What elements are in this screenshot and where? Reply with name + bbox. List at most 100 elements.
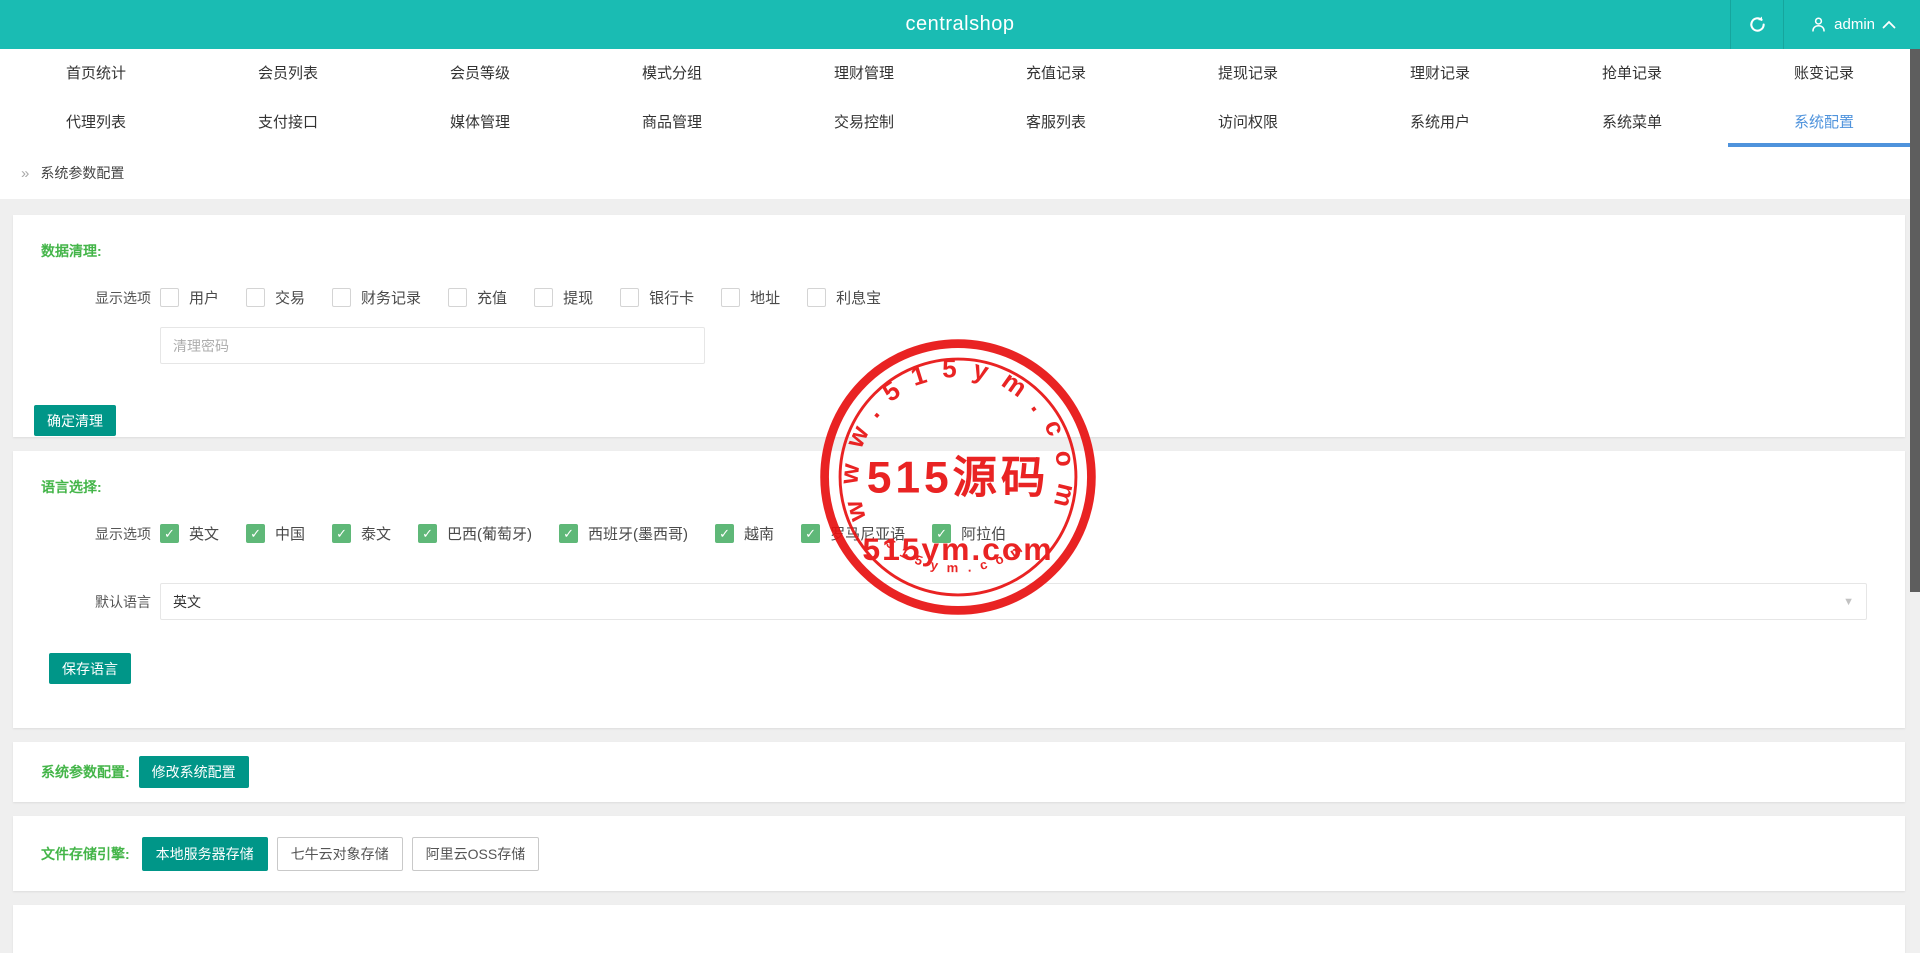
checkbox[interactable]: ✓ (620, 288, 639, 307)
check-icon: ✓ (936, 527, 947, 540)
check-icon: ✓ (422, 527, 433, 540)
language-checkbox[interactable]: ✓ 西班牙(墨西哥) (559, 523, 688, 544)
checkbox-label: 财务记录 (361, 287, 421, 308)
app-title: centralshop (0, 0, 1920, 49)
checkbox[interactable]: ✓ (807, 288, 826, 307)
nav-tab[interactable]: 会员列表 (192, 49, 384, 96)
data-clean-checkbox[interactable]: ✓ 银行卡 (620, 287, 694, 308)
language-checkbox[interactable]: ✓ 中国 (246, 523, 305, 544)
check-icon: ✓ (719, 527, 730, 540)
check-icon: ✓ (563, 527, 574, 540)
language-title: 语言选择: (41, 477, 1885, 497)
checkbox-label: 英文 (189, 523, 219, 544)
checkbox-label: 提现 (563, 287, 593, 308)
user-menu[interactable]: admin (1784, 0, 1902, 49)
options-label: 显示选项 (95, 524, 152, 544)
options-label: 显示选项 (95, 288, 152, 308)
scrollbar-track[interactable] (1910, 49, 1920, 953)
clean-password-input[interactable] (160, 327, 705, 364)
nav-tab[interactable]: 理财记录 (1344, 49, 1536, 96)
checkbox[interactable]: ✓ (160, 288, 179, 307)
language-checkbox[interactable]: ✓ 巴西(葡萄牙) (418, 523, 532, 544)
nav-tab[interactable]: 模式分组 (576, 49, 768, 96)
checkbox[interactable]: ✓ (448, 288, 467, 307)
data-clean-section: 数据清理: 显示选项 ✓ 用户 ✓ 交易 ✓ 财务记录 (13, 215, 1905, 437)
save-language-button[interactable]: 保存语言 (49, 653, 131, 684)
nav-tab[interactable]: 交易控制 (768, 96, 960, 147)
language-checkbox[interactable]: ✓ 英文 (160, 523, 219, 544)
checkbox[interactable]: ✓ (246, 288, 265, 307)
checkbox-checked[interactable]: ✓ (559, 524, 578, 543)
checkbox-checked[interactable]: ✓ (160, 524, 179, 543)
language-checkbox[interactable]: ✓ 越南 (715, 523, 774, 544)
checkbox-label: 西班牙(墨西哥) (588, 523, 688, 544)
chevron-down-icon: ▼ (1843, 596, 1854, 608)
nav-tab[interactable]: 系统菜单 (1536, 96, 1728, 147)
nav-tab[interactable]: 客服列表 (960, 96, 1152, 147)
nav-tab[interactable]: 首页统计 (0, 49, 192, 96)
partial-card (13, 905, 1905, 953)
checkbox-checked[interactable]: ✓ (932, 524, 951, 543)
checkbox-label: 地址 (750, 287, 780, 308)
storage-engine-label: 文件存储引擎: (41, 844, 130, 864)
nav-tab[interactable]: 媒体管理 (384, 96, 576, 147)
refresh-button[interactable] (1731, 0, 1783, 49)
nav-tab[interactable]: 商品管理 (576, 96, 768, 147)
nav-tab[interactable]: 支付接口 (192, 96, 384, 147)
data-clean-checkbox[interactable]: ✓ 交易 (246, 287, 305, 308)
language-section: 语言选择: 显示选项 ✓ 英文 ✓ 中国 ✓ 泰文 (13, 451, 1905, 728)
checkbox[interactable]: ✓ (721, 288, 740, 307)
checkbox-checked[interactable]: ✓ (246, 524, 265, 543)
nav-tab[interactable]: 账变记录 (1728, 49, 1920, 96)
storage-buttons: 本地服务器存储 七牛云对象存储 阿里云OSS存储 (142, 837, 540, 871)
nav-tab[interactable]: 充值记录 (960, 49, 1152, 96)
checkbox-label: 巴西(葡萄牙) (447, 523, 532, 544)
confirm-clean-button[interactable]: 确定清理 (34, 405, 116, 436)
nav-tab[interactable]: 访问权限 (1152, 96, 1344, 147)
checkbox-label: 交易 (275, 287, 305, 308)
nav-row-2: 代理列表 支付接口 媒体管理 商品管理 交易控制 客服列表 访问权限 系统用户 … (0, 96, 1920, 147)
data-clean-checkbox[interactable]: ✓ 提现 (534, 287, 593, 308)
scrollbar-thumb[interactable] (1910, 49, 1920, 592)
check-icon: ✓ (805, 527, 816, 540)
chevron-up-icon (1882, 20, 1896, 29)
data-clean-checkbox[interactable]: ✓ 用户 (160, 287, 219, 308)
checkbox-label: 银行卡 (649, 287, 694, 308)
storage-engine-section: 文件存储引擎: 本地服务器存储 七牛云对象存储 阿里云OSS存储 (13, 816, 1905, 891)
data-clean-checkbox[interactable]: ✓ 利息宝 (807, 287, 881, 308)
checkbox[interactable]: ✓ (534, 288, 553, 307)
storage-option-button[interactable]: 本地服务器存储 (142, 837, 268, 871)
modify-config-button[interactable]: 修改系统配置 (139, 756, 249, 788)
data-clean-options: ✓ 用户 ✓ 交易 ✓ 财务记录 ✓ 充值 (160, 287, 908, 308)
nav-tab[interactable]: 代理列表 (0, 96, 192, 147)
checkbox-label: 越南 (744, 523, 774, 544)
checkbox-checked[interactable]: ✓ (418, 524, 437, 543)
nav-tab[interactable]: 系统配置 (1728, 96, 1920, 147)
nav-tab[interactable]: 理财管理 (768, 49, 960, 96)
username-label: admin (1834, 16, 1875, 33)
data-clean-checkbox[interactable]: ✓ 财务记录 (332, 287, 421, 308)
nav-tab[interactable]: 系统用户 (1344, 96, 1536, 147)
nav-tab[interactable]: 会员等级 (384, 49, 576, 96)
checkbox-label: 阿拉伯 (961, 523, 1006, 544)
default-language-select[interactable]: 英文 ▼ (160, 583, 1867, 620)
language-checkbox[interactable]: ✓ 泰文 (332, 523, 391, 544)
system-config-label: 系统参数配置: (41, 762, 130, 782)
checkbox[interactable]: ✓ (332, 288, 351, 307)
storage-option-button[interactable]: 七牛云对象存储 (277, 837, 403, 871)
storage-option-button[interactable]: 阿里云OSS存储 (412, 837, 540, 871)
data-clean-checkbox[interactable]: ✓ 充值 (448, 287, 507, 308)
checkbox-checked[interactable]: ✓ (332, 524, 351, 543)
nav-tab[interactable]: 提现记录 (1152, 49, 1344, 96)
language-checkbox[interactable]: ✓ 罗马尼亚语 (801, 523, 905, 544)
checkbox-label: 罗马尼亚语 (830, 523, 905, 544)
check-icon: ✓ (250, 527, 261, 540)
checkbox-label: 利息宝 (836, 287, 881, 308)
nav-tab[interactable]: 抢单记录 (1536, 49, 1728, 96)
checkbox-label: 中国 (275, 523, 305, 544)
checkbox-checked[interactable]: ✓ (801, 524, 820, 543)
checkbox-checked[interactable]: ✓ (715, 524, 734, 543)
selected-language: 英文 (173, 592, 201, 612)
language-checkbox[interactable]: ✓ 阿拉伯 (932, 523, 1006, 544)
data-clean-checkbox[interactable]: ✓ 地址 (721, 287, 780, 308)
